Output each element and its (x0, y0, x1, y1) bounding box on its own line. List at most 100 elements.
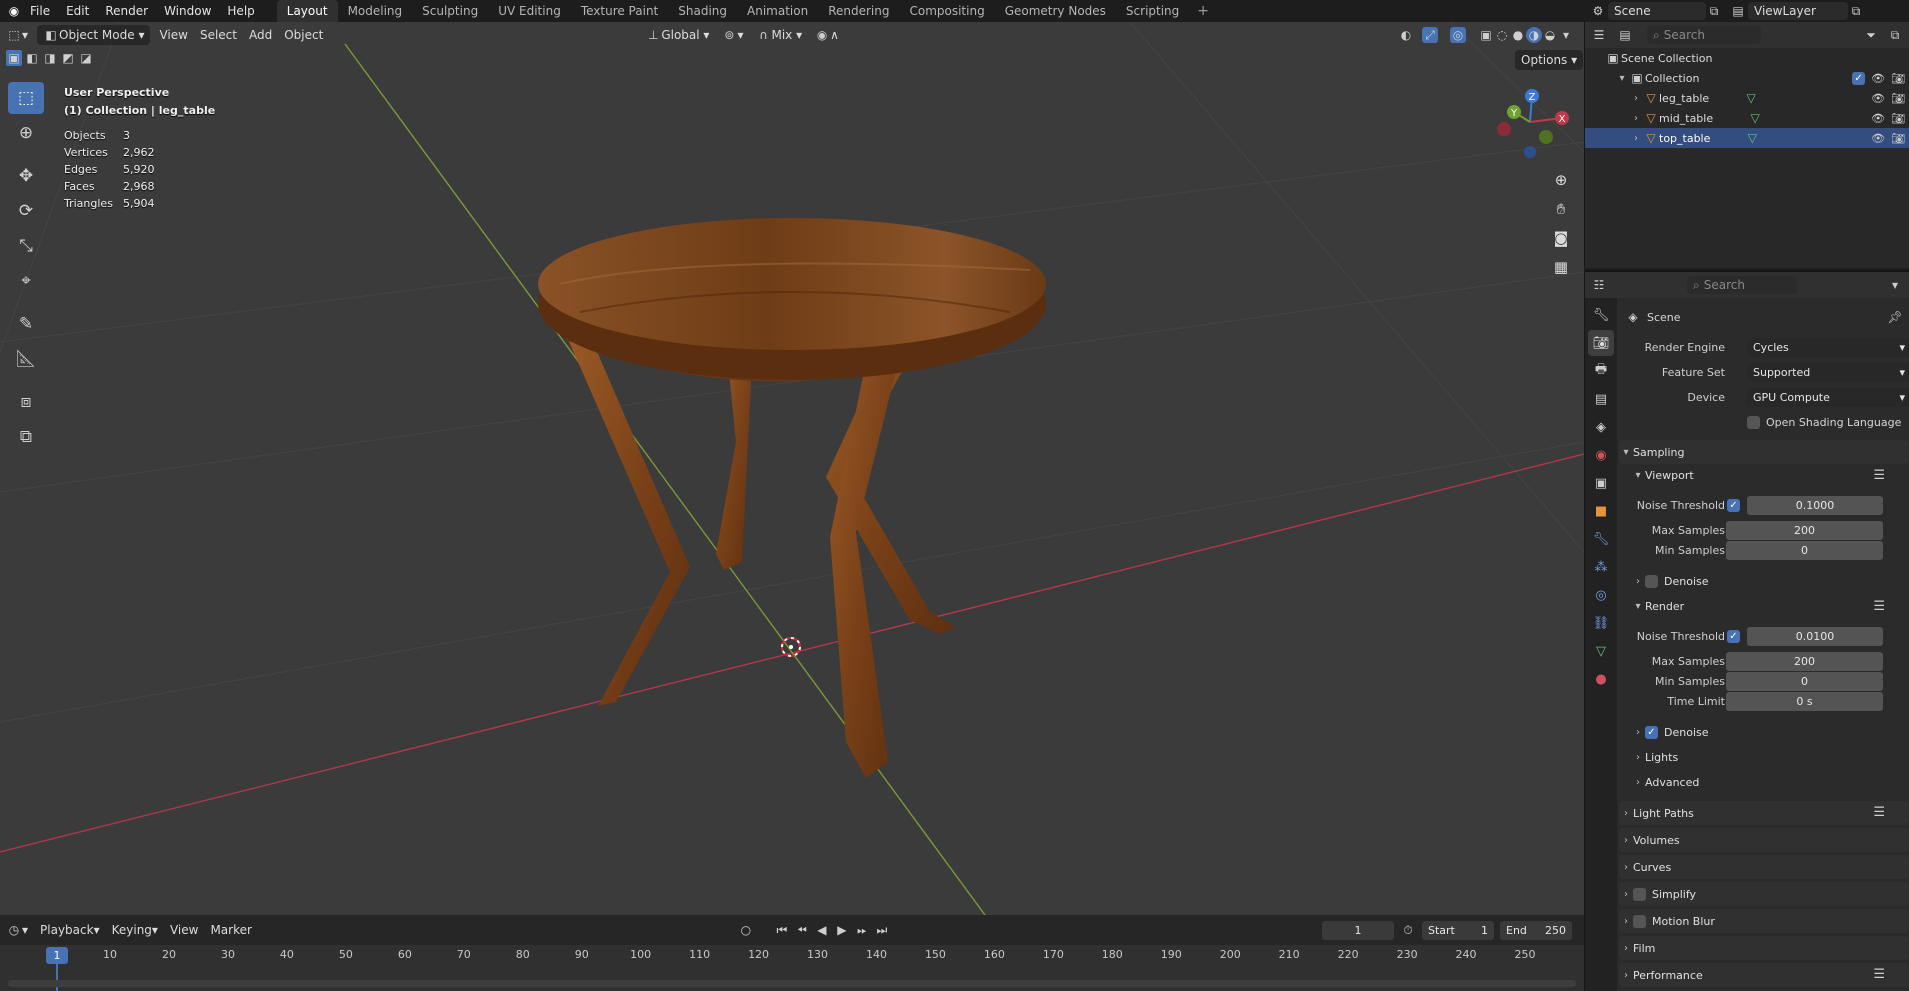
blender-logo-icon[interactable]: ◉ (6, 3, 22, 19)
chevron-down-icon[interactable]: ▾ (1615, 73, 1629, 84)
timeline-scrollbar[interactable] (8, 980, 1576, 987)
properties-editor-icon[interactable]: ☷ (1591, 277, 1607, 293)
tab-modeling[interactable]: Modeling (338, 0, 413, 22)
render-min-field[interactable]: 0 (1726, 671, 1883, 691)
eye-icon[interactable]: 👁︎ (1871, 72, 1885, 85)
outliner-object-row[interactable]: › ▽ mid_table ▽ 👁︎ 📷︎ (1585, 108, 1909, 128)
shading-options-icon[interactable]: ▾ (1558, 27, 1574, 43)
tab-geometry-nodes[interactable]: Geometry Nodes (995, 0, 1116, 22)
view-layer-tab-icon[interactable]: ▤ (1588, 386, 1614, 412)
visibility-icon[interactable]: ◐ (1398, 27, 1414, 43)
select-subtract-icon[interactable]: ◨ (42, 50, 58, 66)
panel-simplify[interactable]: › Simplify (1619, 882, 1909, 906)
viewport-menu-add[interactable]: Add (243, 25, 278, 45)
cursor-tool[interactable]: ⊕ (8, 117, 44, 149)
presets-list-icon[interactable]: ☰ (1873, 468, 1885, 483)
presets-list-icon[interactable]: ☰ (1873, 967, 1885, 982)
snap-dropdown[interactable]: ∩ Mix ▾ (749, 25, 808, 45)
viewport-menu-view[interactable]: View (153, 25, 193, 45)
viewport-min-field[interactable]: 0 (1726, 540, 1883, 560)
playhead-frame[interactable]: 1 (46, 947, 68, 964)
panel-performance[interactable]: › Performance ☰ (1619, 963, 1909, 987)
presets-list-icon[interactable]: ☰ (1873, 599, 1885, 614)
view-layer-icon[interactable]: ▤ (1730, 3, 1746, 19)
output-tab-icon[interactable]: 🖶︎ (1588, 358, 1614, 384)
pin-icon[interactable]: 📌︎ (1887, 309, 1903, 325)
lights-subpanel[interactable]: › Lights (1631, 746, 1678, 768)
select-box-tool[interactable]: ⬚ (8, 82, 44, 114)
add-workspace-button[interactable]: + (1189, 0, 1217, 22)
timeline-menu-marker[interactable]: Marker (204, 920, 257, 940)
timeline-editor-type[interactable]: ◷ ▾ (0, 920, 34, 940)
panel-volumes[interactable]: › Volumes (1619, 828, 1909, 852)
play-icon[interactable]: ▶ (834, 922, 850, 938)
timeline-menu-keying[interactable]: Keying ▾ (106, 920, 164, 940)
gizmo-toggle-icon[interactable]: ⤢ (1422, 27, 1438, 43)
menu-render[interactable]: Render (97, 0, 156, 22)
measure-tool[interactable]: 📐︎ (8, 343, 44, 375)
physics-tab-icon[interactable]: ◎ (1588, 582, 1614, 608)
viewport-max-field[interactable]: 200 (1726, 520, 1883, 540)
scale-tool[interactable]: ⤡ (8, 230, 44, 262)
viewport-noise-field[interactable]: 0.1000 (1747, 495, 1883, 515)
menu-help[interactable]: Help (219, 0, 262, 22)
move-tool[interactable]: ✥ (8, 160, 44, 192)
jump-start-icon[interactable]: ⏮︎ (774, 922, 790, 938)
time-limit-field[interactable]: 0 s (1726, 691, 1883, 711)
tab-layout[interactable]: Layout (276, 0, 338, 22)
pan-hand-icon[interactable]: ✋︎ (1549, 197, 1573, 221)
view-layer-field[interactable]: ViewLayer (1748, 2, 1848, 20)
viewport-noise-checkbox[interactable]: ✓ (1727, 498, 1740, 512)
menu-file[interactable]: File (22, 0, 58, 22)
solid-shading-icon[interactable]: ● (1510, 27, 1526, 43)
sampling-panel-header[interactable]: ▾ Sampling (1619, 440, 1909, 464)
camera-icon[interactable]: 📷︎ (1891, 132, 1905, 145)
jump-key-back-icon[interactable]: ⏪︎ (794, 922, 810, 938)
editor-type-button[interactable]: ⬚ ▾ (0, 25, 34, 45)
stopwatch-icon[interactable]: ⏱︎ (1400, 922, 1416, 938)
viewport-menu-select[interactable]: Select (194, 25, 243, 45)
jump-key-forward-icon[interactable]: ⏩︎ (854, 922, 870, 938)
options-dropdown[interactable]: Options ▾ (1515, 50, 1584, 70)
wireframe-shading-icon[interactable]: ◌ (1494, 27, 1510, 43)
timeline-menu-view[interactable]: View (164, 920, 204, 940)
panel-enable-checkbox[interactable] (1633, 914, 1646, 928)
display-mode-icon[interactable]: ▤ (1617, 27, 1633, 43)
current-frame-field[interactable]: 1 (1322, 920, 1394, 940)
menu-window[interactable]: Window (156, 0, 219, 22)
tab-rendering[interactable]: Rendering (818, 0, 899, 22)
chevron-right-icon[interactable]: › (1629, 133, 1643, 144)
timeline-menu-playback[interactable]: Playback ▾ (34, 920, 106, 940)
orientation-dropdown[interactable]: ⊥ Global ▾ (639, 25, 715, 45)
select-extend-icon[interactable]: ◧ (24, 50, 40, 66)
xray-icon[interactable]: ▣ (1478, 27, 1494, 43)
chevron-right-icon[interactable]: › (1629, 113, 1643, 124)
copy-scene-icon[interactable]: ⧉ (1706, 3, 1722, 19)
outliner-search-input[interactable]: ⌕ Search (1647, 26, 1761, 44)
panel-light-paths[interactable]: › Light Paths ☰ (1619, 801, 1909, 825)
outliner-object-row[interactable]: › ▽ top_table ▽ 👁︎ 📷︎ (1585, 128, 1909, 148)
jump-end-icon[interactable]: ⏭︎ (874, 922, 890, 938)
render-noise-field[interactable]: 0.0100 (1747, 626, 1883, 646)
material-shading-icon[interactable]: ◑ (1526, 27, 1542, 43)
scene-name-field[interactable]: Scene (1608, 2, 1706, 20)
particles-tab-icon[interactable]: ⁂ (1588, 554, 1614, 580)
panel-film[interactable]: › Film (1619, 936, 1909, 960)
select-invert-icon[interactable]: ◩ (60, 50, 76, 66)
viewport-menu-object[interactable]: Object (278, 25, 329, 45)
transform-tool[interactable]: ⌖ (8, 265, 44, 297)
exclude-checkbox[interactable]: ✓ (1852, 71, 1866, 85)
rendered-shading-icon[interactable]: ◒ (1542, 27, 1558, 43)
render-engine-dropdown[interactable]: Cycles ▾ (1747, 337, 1909, 357)
collection-tab-icon[interactable]: ▣ (1588, 470, 1614, 496)
properties-search-input[interactable]: ⌕ Search (1687, 276, 1797, 294)
feature-set-dropdown[interactable]: Supported ▾ (1747, 362, 1909, 382)
camera-icon[interactable]: 📷︎ (1891, 112, 1905, 125)
tab-scripting[interactable]: Scripting (1116, 0, 1189, 22)
eye-icon[interactable]: 👁︎ (1871, 112, 1885, 125)
camera-icon[interactable]: 📷︎ (1891, 72, 1905, 85)
device-dropdown[interactable]: GPU Compute ▾ (1747, 387, 1909, 407)
panel-curves[interactable]: › Curves (1619, 855, 1909, 879)
tab-shading[interactable]: Shading (668, 0, 737, 22)
data-tab-icon[interactable]: ▽ (1588, 638, 1614, 664)
